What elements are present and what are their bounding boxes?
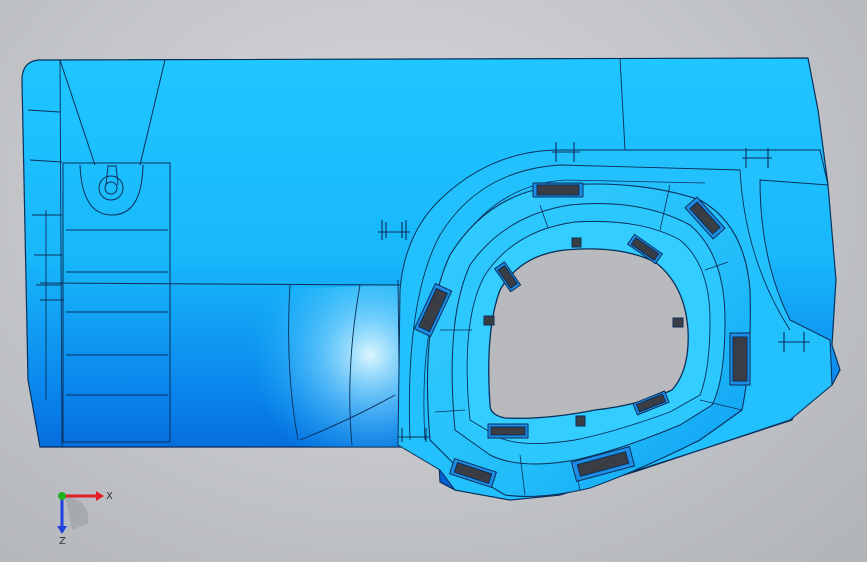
3d-viewport[interactable]: X Z <box>0 0 867 562</box>
y-axis-dot-icon <box>58 492 66 500</box>
x-axis-arrow-icon <box>96 491 104 501</box>
surface-highlight <box>250 285 400 447</box>
sheet-metal-part-model[interactable] <box>0 0 867 562</box>
x-axis-label: X <box>106 491 113 502</box>
z-axis-label: Z <box>59 536 66 547</box>
orientation-triad[interactable]: X Z <box>40 478 130 548</box>
triad-shadow <box>65 496 89 530</box>
z-axis-arrow-icon <box>57 526 67 534</box>
central-opening[interactable] <box>488 248 689 419</box>
